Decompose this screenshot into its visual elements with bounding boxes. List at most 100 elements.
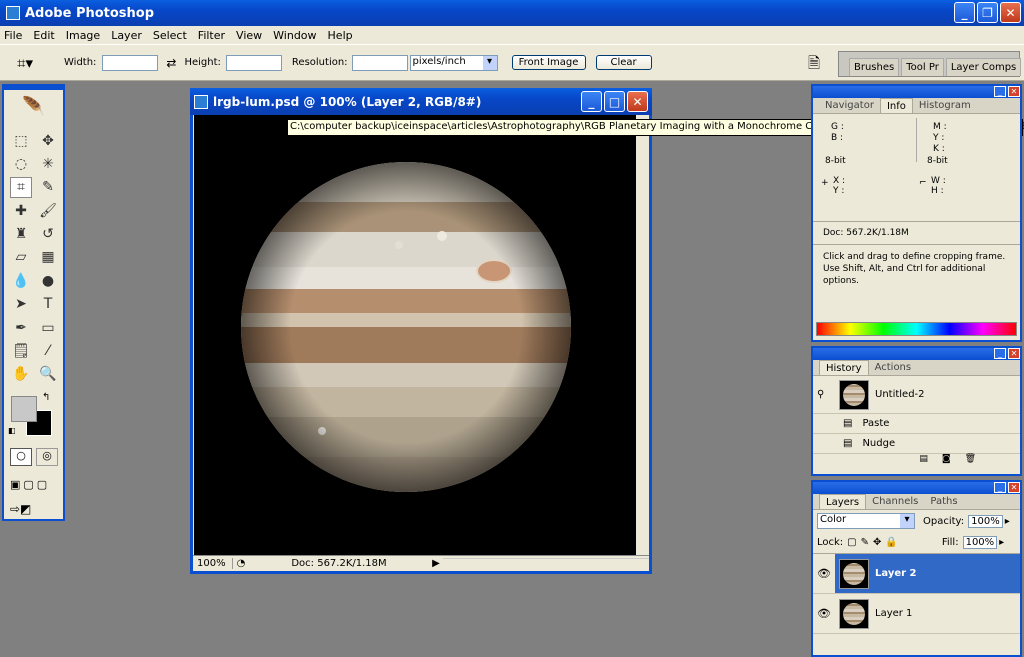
tab-info[interactable]: Info	[879, 98, 913, 113]
visibility-eye-icon[interactable]: 👁	[813, 607, 835, 620]
quick-mask-mode-icon[interactable]: ◎	[36, 448, 58, 466]
height-label: Height:	[184, 57, 221, 68]
palette-well-tool-presets[interactable]: Tool Pr	[901, 58, 944, 76]
foreground-color-swatch-front[interactable]	[11, 396, 37, 422]
tab-navigator[interactable]: Navigator	[819, 98, 880, 113]
layer-row-layer-2[interactable]: 👁 Layer 2	[813, 554, 1020, 594]
history-item[interactable]: ▤ Nudge	[813, 434, 1020, 454]
feather-logo-icon[interactable]: 🪶	[6, 96, 61, 124]
blend-mode-select[interactable]: Color ▾	[817, 513, 915, 529]
type-tool-icon[interactable]: T	[37, 294, 59, 315]
history-brush-tool-icon[interactable]: ↺	[37, 224, 59, 245]
brush-tool-icon[interactable]: 🖌	[37, 200, 59, 221]
clear-button[interactable]: Clear	[595, 55, 652, 70]
lasso-tool-icon[interactable]: ◌	[10, 153, 32, 174]
history-snapshot-row[interactable]: ⚲ Untitled-2	[813, 376, 1020, 414]
hand-tool-icon[interactable]: ✋	[10, 364, 32, 385]
vertical-scrollbar[interactable]	[636, 115, 649, 555]
tab-layers[interactable]: Layers	[819, 494, 867, 509]
magic-wand-tool-icon[interactable]: ✳	[37, 153, 59, 174]
info-palette-minimize-icon[interactable]: _	[994, 86, 1006, 97]
palette-well-brushes[interactable]: Brushes	[849, 58, 900, 76]
tab-actions[interactable]: Actions	[869, 360, 918, 375]
tab-channels[interactable]: Channels	[866, 494, 924, 509]
default-colors-icon[interactable]: ◧	[8, 426, 16, 435]
menu-filter[interactable]: Filter	[198, 29, 225, 42]
swap-dimensions-icon[interactable]: ⇄	[166, 56, 176, 70]
notes-tool-icon[interactable]: 🗒	[10, 341, 32, 362]
history-palette-minimize-icon[interactable]: _	[994, 348, 1006, 359]
pen-tool-icon[interactable]: ✒	[10, 317, 32, 338]
resolution-input[interactable]	[351, 54, 408, 71]
color-spectrum-bar[interactable]	[816, 322, 1017, 336]
history-brush-source-icon[interactable]: ⚲	[817, 389, 835, 400]
zoom-icon[interactable]: ◔	[233, 558, 249, 569]
close-button[interactable]: ✕	[1000, 2, 1021, 23]
tab-histogram[interactable]: Histogram	[913, 98, 977, 113]
menu-file[interactable]: File	[4, 29, 22, 42]
document-maximize-button[interactable]: □	[604, 91, 625, 112]
opacity-slider-arrow-icon[interactable]: ▸	[1005, 516, 1010, 527]
dodge-tool-icon[interactable]: ●	[37, 270, 59, 291]
document-minimize-button[interactable]: _	[581, 91, 602, 112]
layer-options-row: Color ▾ Opacity: 100% ▸	[813, 510, 1020, 532]
history-palette-close-icon[interactable]: ✕	[1008, 348, 1020, 359]
menu-window[interactable]: Window	[273, 29, 316, 42]
shape-tool-icon[interactable]: ▭	[37, 317, 59, 338]
move-tool-icon[interactable]: ✥	[37, 130, 59, 151]
tab-history[interactable]: History	[819, 360, 869, 375]
app-titlebar: Adobe Photoshop _ ❐ ✕	[0, 0, 1024, 26]
image-canvas[interactable]	[194, 115, 636, 555]
document-close-button[interactable]: ✕	[627, 91, 648, 112]
fill-slider-arrow-icon[interactable]: ▸	[999, 537, 1004, 548]
info-palette-close-icon[interactable]: ✕	[1008, 86, 1020, 97]
zoom-tool-icon[interactable]: 🔍	[37, 364, 59, 385]
menu-image[interactable]: Image	[66, 29, 100, 42]
minimize-button[interactable]: _	[954, 2, 975, 23]
menu-edit[interactable]: Edit	[33, 29, 54, 42]
jump-to-imageready-icon[interactable]: ⇨◩	[10, 502, 31, 516]
status-menu-arrow-icon[interactable]: ▶	[429, 558, 443, 569]
blur-tool-icon[interactable]: 💧	[10, 270, 32, 291]
clone-stamp-tool-icon[interactable]: ♜	[10, 224, 32, 245]
layer-row-layer-1[interactable]: 👁 Layer 1	[813, 594, 1020, 634]
width-input[interactable]	[102, 54, 159, 71]
history-footer-icons[interactable]: ▤◙🗑	[813, 454, 1020, 468]
marquee-tool-icon[interactable]: ⬚	[10, 130, 32, 151]
gradient-tool-icon[interactable]: ▦	[37, 247, 59, 268]
visibility-eye-icon[interactable]: 👁	[813, 567, 835, 580]
info-hint: Click and drag to define cropping frame.…	[813, 244, 1020, 293]
file-browser-icon[interactable]: 🗎	[808, 53, 820, 78]
opacity-input[interactable]: 100%	[968, 514, 1003, 528]
slice-tool-icon[interactable]: ✎	[37, 177, 59, 198]
menu-select[interactable]: Select	[153, 29, 187, 42]
healing-brush-tool-icon[interactable]: ✚	[10, 200, 32, 221]
palette-well-layer-comps[interactable]: Layer Comps	[945, 58, 1022, 76]
lock-icons[interactable]: ▢✎✥🔒	[847, 537, 902, 548]
resolution-unit-select[interactable]: pixels/inch ▾	[409, 54, 498, 71]
tab-paths[interactable]: Paths	[924, 494, 963, 509]
menu-view[interactable]: View	[236, 29, 262, 42]
height-input[interactable]	[225, 54, 282, 71]
standard-mode-icon[interactable]: ○	[10, 448, 32, 466]
document-titlebar[interactable]: lrgb-lum.psd @ 100% (Layer 2, RGB/8#) _ …	[190, 88, 652, 115]
crop-tool-preset-icon[interactable]: ⌗▾	[0, 54, 50, 72]
crop-tool-icon[interactable]: ⌗	[10, 176, 32, 198]
menu-layer[interactable]: Layer	[111, 29, 142, 42]
screen-mode-icons[interactable]: ▣▢▢	[10, 478, 50, 491]
swap-colors-icon[interactable]: ↰	[42, 392, 50, 403]
fill-input[interactable]: 100%	[962, 536, 998, 549]
layers-palette-minimize-icon[interactable]: _	[994, 482, 1006, 493]
info-y2: Y :	[833, 186, 845, 196]
eyedropper-tool-icon[interactable]: ⁄	[37, 341, 59, 362]
history-palette: _ ✕ History Actions ⚲ Untitled-2 ▤ Paste ▤…	[811, 346, 1022, 476]
menu-help[interactable]: Help	[328, 29, 353, 42]
layers-palette-close-icon[interactable]: ✕	[1008, 482, 1020, 493]
zoom-level[interactable]: 100%	[193, 558, 233, 569]
path-selection-tool-icon[interactable]: ➤	[10, 294, 32, 315]
front-image-button[interactable]: Front Image	[511, 55, 586, 70]
eraser-tool-icon[interactable]: ▱	[10, 247, 32, 268]
history-item[interactable]: ▤ Paste	[813, 414, 1020, 434]
restore-button[interactable]: ❐	[977, 2, 998, 23]
horizontal-scrollbar[interactable]	[443, 557, 649, 570]
